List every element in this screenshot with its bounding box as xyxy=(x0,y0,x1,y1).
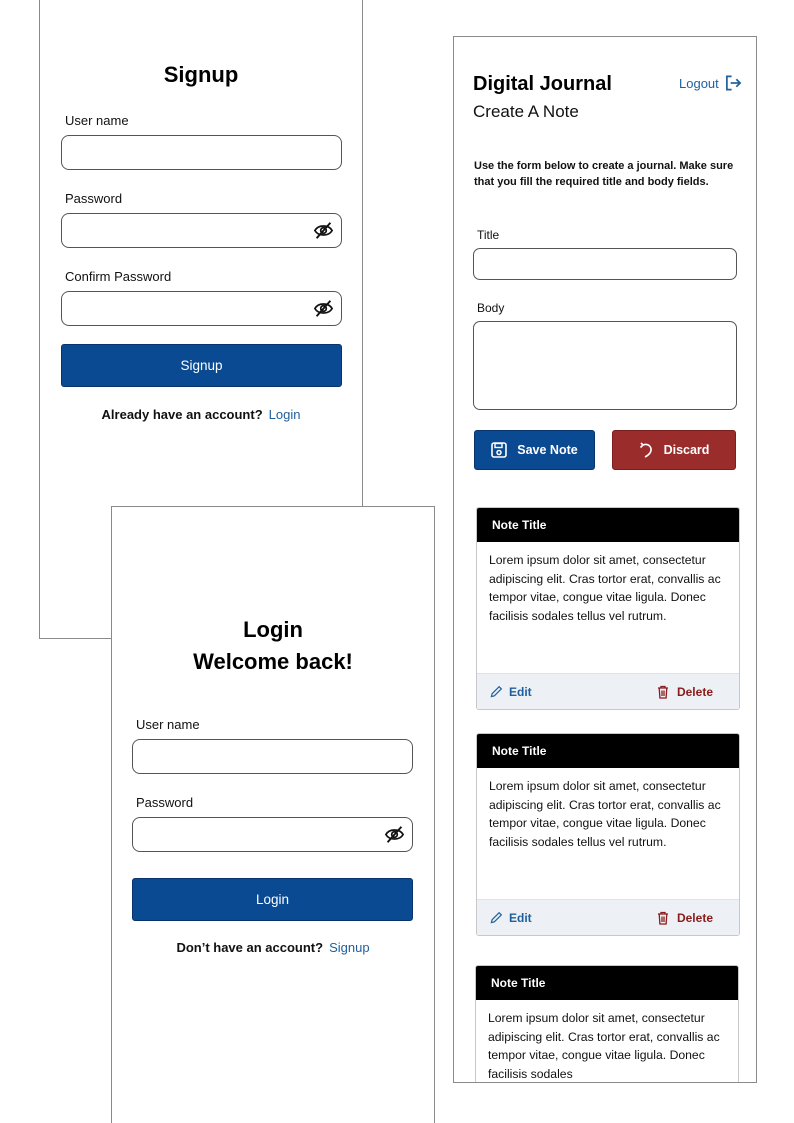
signup-username-field[interactable] xyxy=(61,135,342,170)
edit-label: Edit xyxy=(509,684,532,699)
trash-icon xyxy=(657,685,668,699)
note-card: Note Title Lorem ipsum dolor sit amet, c… xyxy=(476,507,740,710)
logout-icon xyxy=(725,75,742,91)
note-title: Note Title xyxy=(476,966,738,1000)
eye-slash-icon[interactable] xyxy=(313,221,334,240)
trash-icon xyxy=(657,911,668,925)
login-subtitle: Welcome back! xyxy=(193,649,353,674)
body-field[interactable] xyxy=(473,321,737,410)
login-title: Login xyxy=(243,617,303,642)
signup-username-input[interactable] xyxy=(62,136,341,169)
save-note-button[interactable]: Save Note xyxy=(474,430,595,470)
delete-note-button[interactable]: Delete xyxy=(657,911,713,925)
signup-confirm-field[interactable] xyxy=(61,291,342,326)
title-label: Title xyxy=(477,228,500,242)
signup-link[interactable]: Signup xyxy=(329,940,369,955)
edit-note-button[interactable]: Edit xyxy=(490,685,532,699)
login-username-input[interactable] xyxy=(133,740,412,773)
title-input[interactable] xyxy=(474,249,736,279)
save-note-label: Save Note xyxy=(517,443,578,457)
signup-password-field[interactable] xyxy=(61,213,342,248)
discard-button[interactable]: Discard xyxy=(612,430,736,470)
pencil-icon xyxy=(490,911,503,924)
note-title: Note Title xyxy=(477,734,739,768)
login-link[interactable]: Login xyxy=(269,407,301,422)
login-username-label: User name xyxy=(136,717,200,732)
login-username-field[interactable] xyxy=(132,739,413,774)
eye-slash-icon[interactable] xyxy=(313,299,334,318)
signup-password-input[interactable] xyxy=(62,214,341,247)
signup-confirm-label: Confirm Password xyxy=(65,269,172,284)
signup-button[interactable]: Signup xyxy=(61,344,342,387)
note-title: Note Title xyxy=(477,508,739,542)
signup-username-label: User name xyxy=(65,113,129,128)
signup-confirm-input[interactable] xyxy=(62,292,341,325)
form-description: Use the form below to create a journal. … xyxy=(474,160,734,188)
delete-note-button[interactable]: Delete xyxy=(657,685,713,699)
note-body: Lorem ipsum dolor sit amet, consectetur … xyxy=(488,1011,720,1081)
login-password-label: Password xyxy=(136,795,194,810)
login-screen: Login Welcome back! User name Password L… xyxy=(111,506,435,1123)
logout-button[interactable]: Logout xyxy=(679,75,742,91)
logout-label: Logout xyxy=(679,75,719,91)
note-body: Lorem ipsum dolor sit amet, consectetur … xyxy=(489,779,721,849)
page-title: Create A Note xyxy=(473,102,579,121)
delete-label: Delete xyxy=(676,684,713,699)
signup-footer: Already have an account? Login xyxy=(40,407,362,422)
app-title: Digital Journal xyxy=(473,73,612,95)
body-textarea[interactable] xyxy=(474,322,736,409)
login-footer: Don’t have an account? Signup xyxy=(112,940,434,955)
discard-label: Discard xyxy=(663,443,710,457)
undo-icon xyxy=(639,442,652,458)
body-label: Body xyxy=(477,301,505,315)
note-card: Note Title Lorem ipsum dolor sit amet, c… xyxy=(476,733,740,936)
note-actions: Edit Delete xyxy=(477,899,739,935)
delete-label: Delete xyxy=(676,910,713,925)
title-field[interactable] xyxy=(473,248,737,280)
save-icon xyxy=(491,442,508,458)
eye-slash-icon[interactable] xyxy=(384,825,405,844)
signup-password-label: Password xyxy=(65,191,123,206)
signup-footer-text: Already have an account? xyxy=(101,407,263,422)
edit-note-button[interactable]: Edit xyxy=(490,911,532,925)
login-password-input[interactable] xyxy=(133,818,412,851)
note-card: Note Title Lorem ipsum dolor sit amet, c… xyxy=(475,965,739,1082)
login-footer-text: Don’t have an account? xyxy=(176,940,324,955)
note-body: Lorem ipsum dolor sit amet, consectetur … xyxy=(489,553,721,623)
pencil-icon xyxy=(490,685,503,698)
note-actions: Edit Delete xyxy=(477,673,739,709)
login-password-field[interactable] xyxy=(132,817,413,852)
journal-screen: Digital Journal Create A Note Logout Use… xyxy=(453,36,757,1083)
login-button[interactable]: Login xyxy=(132,878,413,921)
signup-title: Signup xyxy=(163,62,239,87)
edit-label: Edit xyxy=(509,910,532,925)
